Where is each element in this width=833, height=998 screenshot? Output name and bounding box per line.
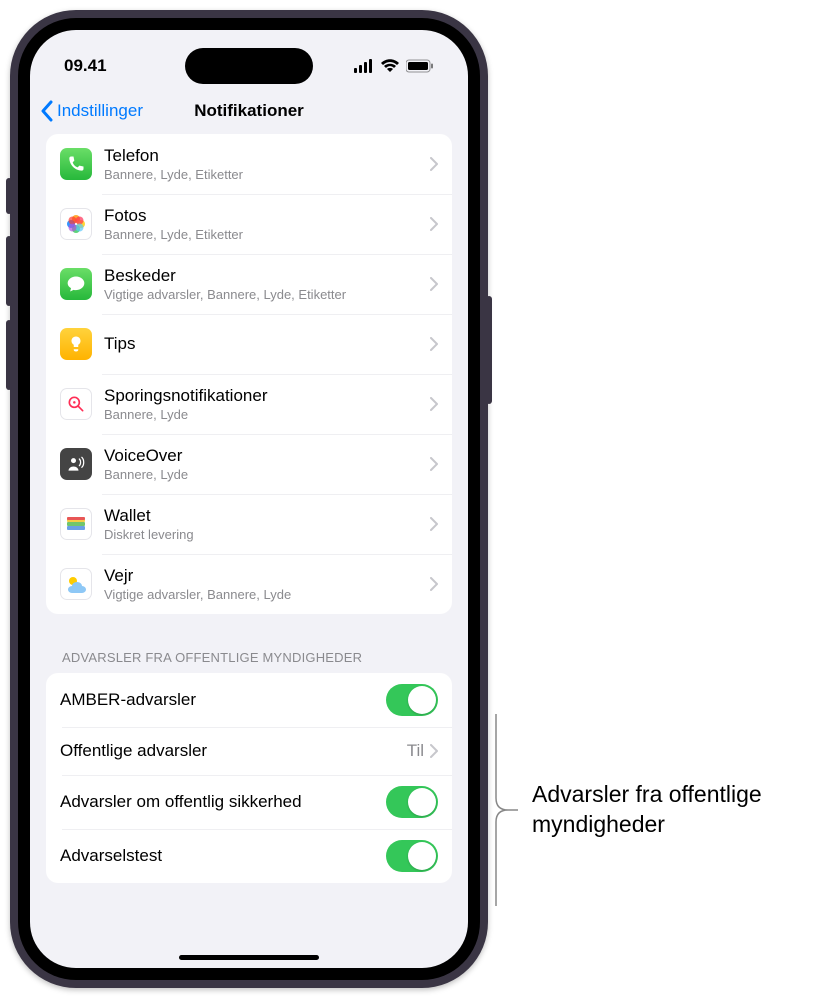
chevron-right-icon [430,217,438,231]
back-label: Indstillinger [57,101,143,121]
row-text: SporingsnotifikationerBannere, Lyde [104,386,430,423]
app-title: Fotos [104,206,430,226]
row-text: TelefonBannere, Lyde, Etiketter [104,146,430,183]
row-label: Advarsler om offentlig sikkerhed [60,792,386,812]
app-row-vejr[interactable]: VejrVigtige advarsler, Bannere, Lyde [46,554,452,614]
app-title: Sporingsnotifikationer [104,386,430,406]
app-title: Telefon [104,146,430,166]
tracking-icon [60,388,92,420]
row-value: Til [407,741,424,761]
gov-row-3[interactable]: Advarselstest [46,829,452,883]
row-text: Tips [104,334,430,354]
chevron-left-icon [40,100,53,122]
chevron-right-icon [430,517,438,531]
iphone-frame: 09.41 Indstillinger [10,10,488,988]
app-row-telefon[interactable]: TelefonBannere, Lyde, Etiketter [46,134,452,194]
home-indicator[interactable] [179,955,319,960]
back-button[interactable]: Indstillinger [40,100,143,122]
messages-icon [60,268,92,300]
app-title: Vejr [104,566,430,586]
app-title: VoiceOver [104,446,430,466]
app-subtitle: Bannere, Lyde, Etiketter [104,167,430,183]
app-title: Beskeder [104,266,430,286]
row-label: AMBER-advarsler [60,690,386,710]
app-row-fotos[interactable]: FotosBannere, Lyde, Etiketter [46,194,452,254]
app-title: Wallet [104,506,430,526]
app-row-sporingsnotifikationer[interactable]: SporingsnotifikationerBannere, Lyde [46,374,452,434]
app-row-voiceover[interactable]: VoiceOverBannere, Lyde [46,434,452,494]
bracket-icon [494,714,518,906]
battery-icon [406,59,434,73]
tips-icon [60,328,92,360]
photos-icon [60,208,92,240]
dynamic-island [185,48,313,84]
section-header-gov: ADVARSLER FRA OFFENTLIGE MYNDIGHEDER [46,640,452,673]
row-label: Offentlige advarsler [60,741,407,761]
row-text: FotosBannere, Lyde, Etiketter [104,206,430,243]
row-text: Advarsler om offentlig sikkerhed [60,792,386,812]
wifi-icon [380,59,400,73]
chevron-right-icon [430,744,438,758]
chevron-right-icon [430,157,438,171]
content-scroll[interactable]: TelefonBannere, Lyde, EtiketterFotosBann… [30,134,468,968]
app-subtitle: Bannere, Lyde, Etiketter [104,227,430,243]
chevron-right-icon [430,457,438,471]
chevron-right-icon [430,337,438,351]
row-text: AMBER-advarsler [60,690,386,710]
row-label: Advarselstest [60,846,386,866]
row-text: VejrVigtige advarsler, Bannere, Lyde [104,566,430,603]
chevron-right-icon [430,397,438,411]
weather-icon [60,568,92,600]
gov-row-1[interactable]: Offentlige advarslerTil [46,727,452,775]
app-subtitle: Bannere, Lyde [104,467,430,483]
page-title: Notifikationer [194,101,304,121]
toggle-switch[interactable] [386,840,438,872]
wallet-icon [60,508,92,540]
app-subtitle: Vigtige advarsler, Bannere, Lyde, Etiket… [104,287,430,303]
row-text: Advarselstest [60,846,386,866]
volume-up [6,236,12,306]
mute-switch [6,178,12,214]
app-row-beskeder[interactable]: BeskederVigtige advarsler, Bannere, Lyde… [46,254,452,314]
annotation-callout: Advarsler fra offentlige myndigheder [494,714,833,906]
row-text: VoiceOverBannere, Lyde [104,446,430,483]
phone-icon [60,148,92,180]
power-button [486,296,492,404]
chevron-right-icon [430,277,438,291]
gov-row-2[interactable]: Advarsler om offentlig sikkerhed [46,775,452,829]
cellular-icon [354,59,374,73]
row-text: Offentlige advarsler [60,741,407,761]
screen: 09.41 Indstillinger [30,30,468,968]
app-subtitle: Vigtige advarsler, Bannere, Lyde [104,587,430,603]
app-subtitle: Diskret levering [104,527,430,543]
row-text: WalletDiskret levering [104,506,430,543]
app-row-tips[interactable]: Tips [46,314,452,374]
gov-alerts-group: AMBER-advarsler Offentlige advarslerTil Ad… [46,673,452,883]
toggle-switch[interactable] [386,786,438,818]
app-subtitle: Bannere, Lyde [104,407,430,423]
status-time: 09.41 [64,56,107,76]
annotation-text: Advarsler fra offentlige myndigheder [532,780,833,840]
app-row-wallet[interactable]: WalletDiskret levering [46,494,452,554]
voiceover-icon [60,448,92,480]
toggle-switch[interactable] [386,684,438,716]
app-title: Tips [104,334,430,354]
app-list: TelefonBannere, Lyde, EtiketterFotosBann… [46,134,452,614]
row-text: BeskederVigtige advarsler, Bannere, Lyde… [104,266,430,303]
volume-down [6,320,12,390]
gov-row-0[interactable]: AMBER-advarsler [46,673,452,727]
nav-bar: Indstillinger Notifikationer [30,88,468,134]
chevron-right-icon [430,577,438,591]
